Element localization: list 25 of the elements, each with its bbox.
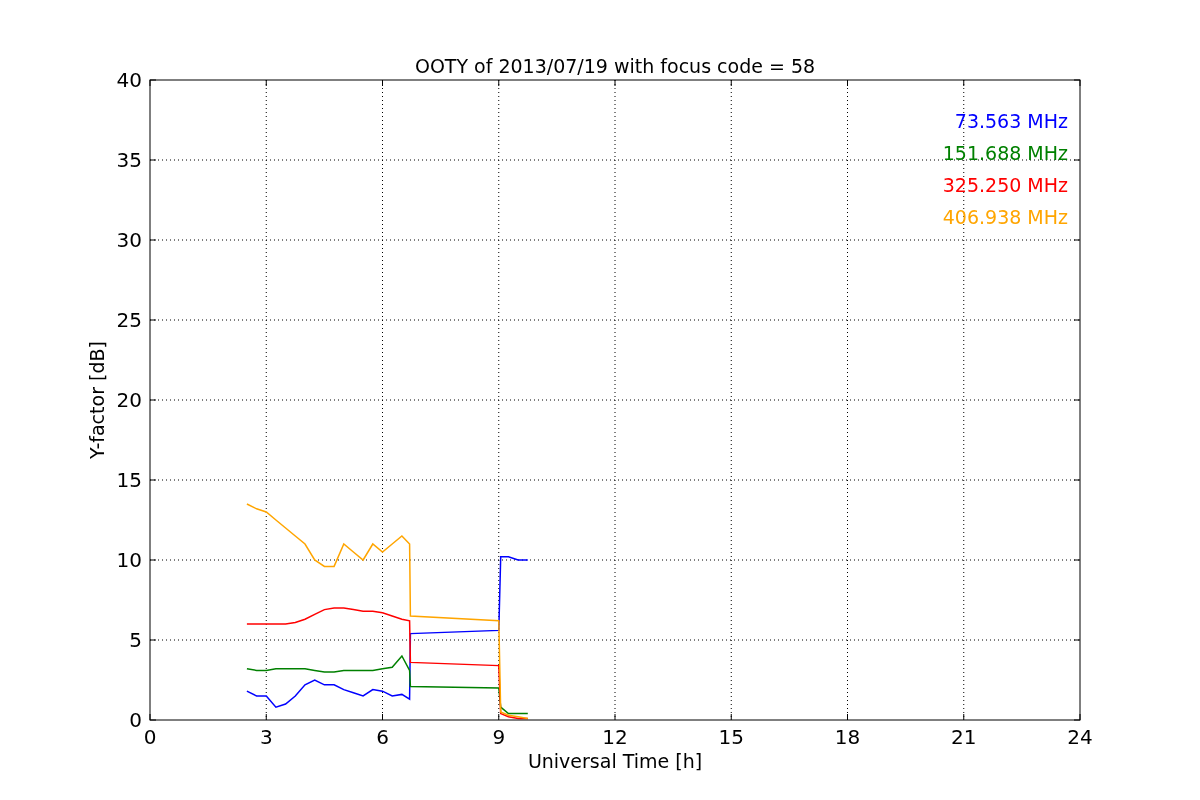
x-tick-label: 0	[143, 725, 157, 749]
y-tick-label: 0	[129, 708, 142, 732]
x-tick-label: 18	[834, 725, 861, 749]
y-tick-label: 30	[116, 228, 142, 252]
y-tick-label: 10	[116, 548, 142, 572]
x-tick-label: 9	[492, 725, 506, 749]
y-axis-label: Y-factor [dB]	[86, 341, 108, 459]
legend-label: 325.250 MHz	[942, 174, 1068, 196]
x-tick-label: 12	[602, 725, 628, 749]
y-tick-label: 35	[116, 148, 142, 172]
x-tick-label: 24	[1067, 725, 1093, 749]
legend-label: 151.688 MHz	[942, 142, 1068, 164]
x-tick-label: 6	[376, 725, 389, 749]
y-tick-label: 40	[116, 68, 142, 92]
y-tick-label: 15	[116, 468, 142, 492]
x-tick-label: 3	[259, 725, 273, 749]
y-tick-label: 25	[116, 308, 142, 332]
x-axis-label: Universal Time [h]	[527, 750, 703, 772]
x-tick-label: 15	[718, 725, 744, 749]
y-tick-label: 20	[116, 388, 142, 412]
chart-title: OOTY of 2013/07/19 with focus code = 58	[414, 55, 816, 77]
legend-label: 73.563 MHz	[954, 110, 1068, 132]
legend-label: 406.938 MHz	[942, 206, 1068, 228]
y-tick-label: 5	[129, 628, 142, 652]
x-tick-label: 21	[951, 725, 977, 749]
